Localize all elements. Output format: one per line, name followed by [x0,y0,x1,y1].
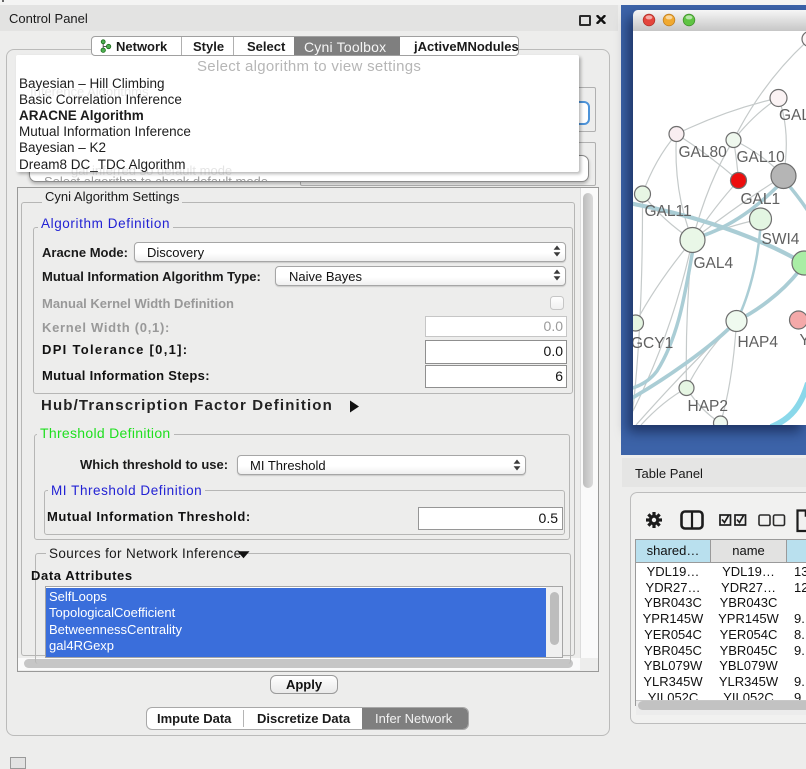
svg-text:SWI4: SWI4 [762,231,800,248]
svg-text:GAL80: GAL80 [679,144,728,161]
svg-text:HAP2: HAP2 [688,398,729,415]
svg-text:GAL11: GAL11 [645,203,692,220]
svg-text:HAP4: HAP4 [738,334,779,351]
svg-text:GCY1: GCY1 [633,335,673,352]
svg-text:GAL7: GAL7 [779,107,806,124]
svg-text:YJ: YJ [800,332,806,349]
svg-text:GAL1: GAL1 [741,191,781,208]
svg-text:GAL4: GAL4 [694,255,734,272]
svg-text:GAL10: GAL10 [737,149,786,166]
